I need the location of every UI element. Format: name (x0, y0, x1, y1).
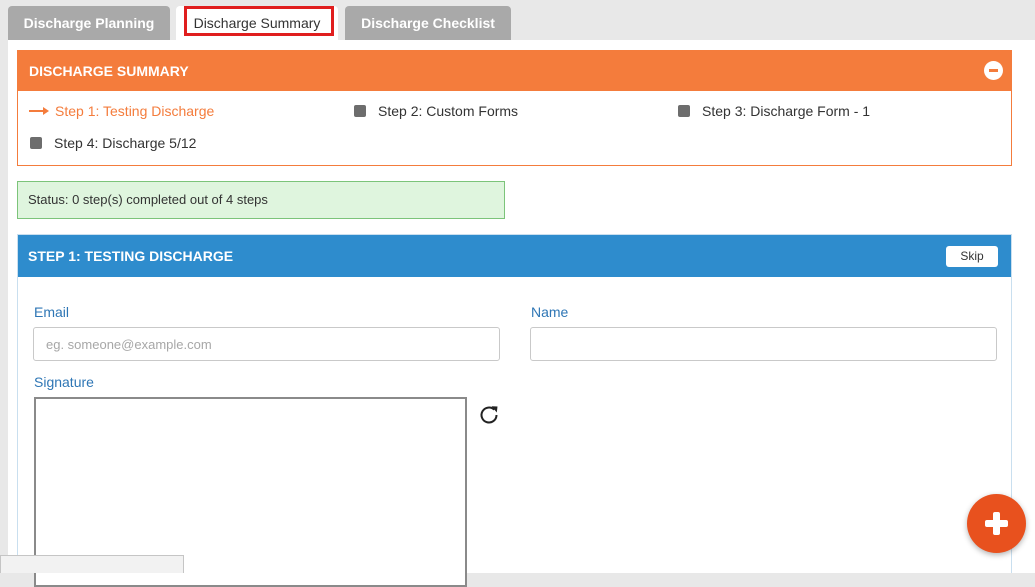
main-panel: DISCHARGE SUMMARY Step 1: Testing Discha… (8, 40, 1035, 587)
skip-button[interactable]: Skip (946, 246, 998, 267)
email-label: Email (34, 304, 70, 320)
step-3-prefix: Step 3: (702, 103, 747, 119)
step-2-prefix: Step 2: (378, 103, 423, 119)
step-2-name: Custom Forms (426, 103, 519, 119)
name-field[interactable] (530, 327, 997, 361)
step-3-name: Discharge Form - 1 (750, 103, 871, 119)
summary-header: DISCHARGE SUMMARY (18, 51, 1011, 91)
step-panel: STEP 1: TESTING DISCHARGE Skip Email Nam… (17, 234, 1012, 587)
summary-title: DISCHARGE SUMMARY (29, 63, 189, 79)
step-4-prefix: Step 4: (54, 135, 99, 151)
tab-discharge-planning[interactable]: Discharge Planning (8, 6, 170, 40)
square-icon (30, 137, 42, 149)
summary-step-1[interactable]: Step 1: Testing Discharge (29, 103, 214, 119)
signature-label: Signature (34, 374, 94, 390)
summary-step-3[interactable]: Step 3: Discharge Form - 1 (678, 103, 870, 119)
step-header: STEP 1: TESTING DISCHARGE Skip (18, 235, 1011, 277)
refresh-icon[interactable] (477, 403, 501, 427)
bottom-status-bar (0, 555, 184, 573)
summary-step-4[interactable]: Step 4: Discharge 5/12 (30, 135, 196, 151)
tab-discharge-summary[interactable]: Discharge Summary (176, 6, 338, 41)
add-fab-button[interactable] (967, 494, 1026, 553)
status-message: Status: 0 step(s) completed out of 4 ste… (17, 181, 505, 219)
email-field[interactable] (33, 327, 500, 361)
step-title: STEP 1: TESTING DISCHARGE (28, 248, 234, 264)
tab-discharge-checklist[interactable]: Discharge Checklist (345, 6, 511, 40)
name-label: Name (531, 304, 569, 320)
square-icon (678, 105, 690, 117)
arrow-right-icon (29, 107, 49, 115)
step-1-prefix: Step 1: (55, 103, 100, 119)
collapse-icon[interactable] (984, 61, 1003, 80)
summary-step-2[interactable]: Step 2: Custom Forms (354, 103, 518, 119)
square-icon (354, 105, 366, 117)
step-1-name: Testing Discharge (103, 103, 215, 119)
step-4-name: Discharge 5/12 (102, 135, 197, 151)
discharge-summary-box: DISCHARGE SUMMARY Step 1: Testing Discha… (17, 50, 1012, 166)
